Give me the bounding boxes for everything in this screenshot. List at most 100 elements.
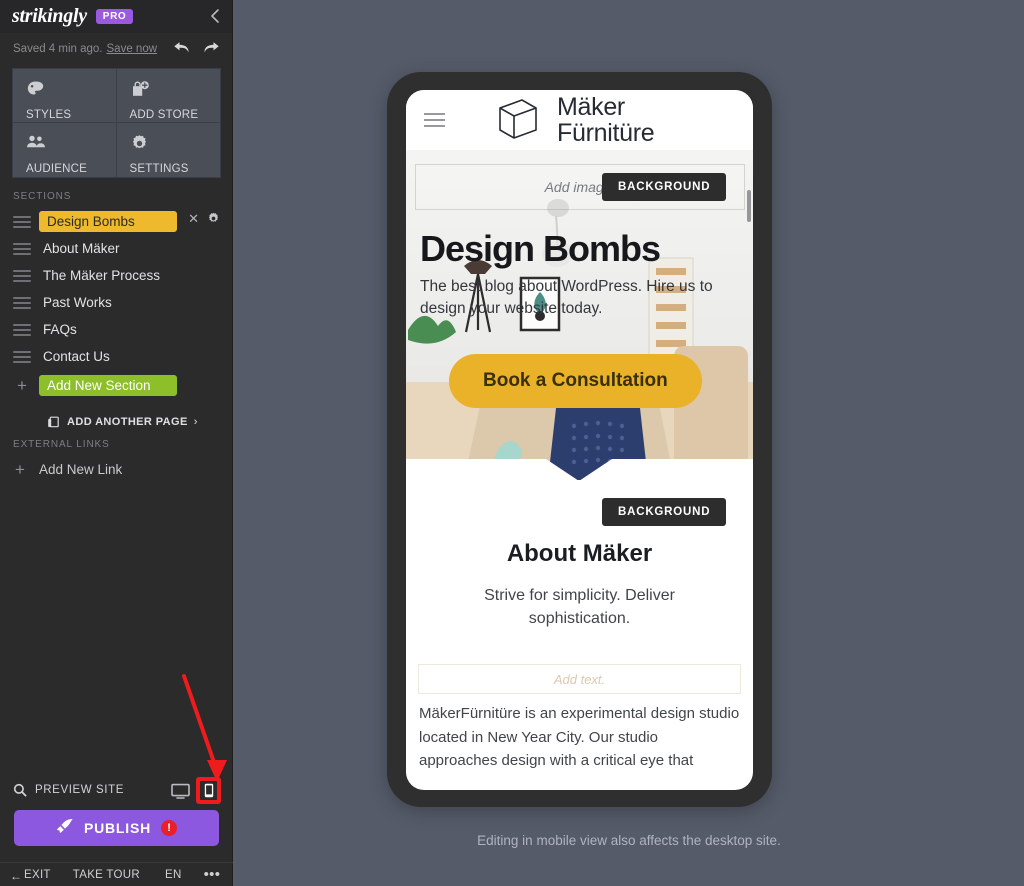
- save-status-row: Saved 4 min ago. Save now: [0, 33, 233, 65]
- tool-audience-label: AUDIENCE: [26, 163, 88, 175]
- editor-sidebar: strikingly PRO Saved 4 min ago. Save now: [0, 0, 233, 886]
- arrow-left-icon: ←: [10, 869, 22, 883]
- sidebar-item-the-maker-process[interactable]: The Mäker Process: [0, 262, 233, 289]
- about-section[interactable]: BACKGROUND About Mäker Strive for simpli…: [406, 480, 753, 773]
- strikingly-editor: strikingly PRO Saved 4 min ago. Save now: [0, 0, 1024, 886]
- about-body-text[interactable]: MäkerFürnitüre is an experimental design…: [419, 702, 740, 773]
- section-label: The Mäker Process: [43, 268, 161, 283]
- publish-button[interactable]: PUBLISH !: [14, 810, 219, 846]
- add-new-section-label: Add New Section: [39, 374, 177, 396]
- add-another-page-button[interactable]: ADD ANOTHER PAGE ›: [0, 410, 233, 434]
- drag-handle-icon[interactable]: [13, 323, 31, 336]
- drag-handle-icon[interactable]: [13, 350, 31, 363]
- exit-button[interactable]: EXIT: [24, 869, 51, 881]
- annotation-arrow: [182, 674, 227, 782]
- brand-line-1: Mäker: [557, 93, 625, 121]
- language-selector[interactable]: EN: [165, 869, 182, 881]
- hero-section[interactable]: Add image. BACKGROUND Design Bombs The b…: [406, 150, 753, 480]
- tool-audience[interactable]: AUDIENCE: [13, 123, 117, 177]
- section-label: Past Works: [43, 295, 112, 310]
- save-status-text: Saved 4 min ago.: [13, 43, 103, 55]
- hero-subtitle[interactable]: The best blog about WordPress. Hire us t…: [420, 276, 738, 320]
- tool-styles[interactable]: STYLES: [13, 69, 117, 123]
- about-title[interactable]: About Mäker: [406, 540, 753, 568]
- sidebar-item-faqs[interactable]: FAQs: [0, 316, 233, 343]
- magnifier-icon: [13, 783, 27, 797]
- hero-background-button[interactable]: BACKGROUND: [602, 173, 727, 201]
- tool-settings-label: SETTINGS: [129, 163, 189, 175]
- section-label: FAQs: [43, 322, 77, 337]
- plus-icon: +: [17, 375, 27, 395]
- sidebar-footer: ← EXIT TAKE TOUR EN •••: [0, 862, 233, 886]
- audience-people-icon: [26, 134, 116, 156]
- device-view-toggle: [171, 777, 221, 804]
- section-label: Design Bombs: [39, 211, 177, 232]
- undo-arrow-icon[interactable]: [173, 40, 190, 55]
- preview-site-row: PREVIEW SITE: [0, 777, 233, 804]
- book-consultation-button[interactable]: Book a Consultation: [449, 354, 702, 408]
- sidebar-header: strikingly PRO: [0, 0, 232, 33]
- status-badge: !: [161, 820, 178, 836]
- sections-list: Design Bombs ✕ About Mäker The Mäker Pro…: [0, 208, 233, 400]
- chevron-left-icon[interactable]: [209, 8, 220, 28]
- site-brand: Mäker Fürnitüre: [492, 92, 655, 149]
- preview-site-label[interactable]: PREVIEW SITE: [35, 784, 124, 796]
- about-background-button[interactable]: BACKGROUND: [602, 498, 727, 526]
- strikingly-logo: strikingly: [12, 5, 87, 27]
- palette-icon: [26, 80, 116, 102]
- add-text-placeholder[interactable]: Add text.: [418, 664, 741, 694]
- site-navbar: Mäker Fürnitüre: [406, 90, 753, 150]
- close-x-icon[interactable]: ✕: [188, 212, 199, 225]
- chevron-right-icon: ›: [193, 416, 198, 428]
- hamburger-menu-icon[interactable]: [424, 113, 445, 127]
- add-new-section-button[interactable]: + Add New Section: [0, 370, 233, 400]
- mobile-phone-icon[interactable]: [196, 777, 221, 804]
- add-new-link-button[interactable]: + Add New Link: [0, 457, 233, 481]
- page-copy-icon: [47, 416, 60, 429]
- drag-handle-icon[interactable]: [13, 215, 31, 228]
- gear-icon: [130, 134, 221, 156]
- plus-icon: +: [15, 459, 25, 479]
- section-label: About Mäker: [43, 241, 120, 256]
- section-label: Contact Us: [43, 349, 110, 364]
- sidebar-item-contact-us[interactable]: Contact Us: [0, 343, 233, 370]
- add-another-page-label: ADD ANOTHER PAGE: [67, 416, 188, 428]
- canvas-caption: Editing in mobile view also affects the …: [477, 833, 781, 848]
- tool-styles-label: STYLES: [26, 109, 72, 121]
- drag-handle-icon[interactable]: [13, 242, 31, 255]
- rocket-icon: [56, 818, 74, 839]
- add-text-label: Add text.: [553, 671, 606, 687]
- sidebar-item-about-maker[interactable]: About Mäker: [0, 235, 233, 262]
- section-actions: ✕: [188, 212, 220, 225]
- save-now-link[interactable]: Save now: [107, 43, 158, 55]
- history-controls: [173, 40, 220, 55]
- about-subtitle[interactable]: Strive for simplicity. Deliver sophistic…: [460, 584, 700, 630]
- tool-add-store-label: ADD STORE: [129, 109, 199, 121]
- tool-settings[interactable]: SETTINGS: [117, 123, 221, 177]
- pro-badge: PRO: [95, 9, 134, 24]
- mobile-preview-screen[interactable]: Mäker Fürnitüre Add image. BACKGROUND De…: [406, 90, 753, 790]
- drag-handle-icon[interactable]: [13, 296, 31, 309]
- sidebar-item-past-works[interactable]: Past Works: [0, 289, 233, 316]
- brand-line-2: Fürnitüre: [557, 119, 655, 147]
- cube-logo-icon: [492, 92, 544, 149]
- external-links-group-title: EXTERNAL LINKS: [13, 439, 110, 450]
- site-brand-text: Mäker Fürnitüre: [557, 93, 655, 147]
- gear-icon[interactable]: [207, 212, 220, 225]
- add-new-link-label: Add New Link: [38, 461, 123, 477]
- tool-add-store[interactable]: ADD STORE: [116, 69, 221, 123]
- hero-title[interactable]: Design Bombs: [420, 228, 661, 270]
- hero-bottom-notch: [406, 459, 753, 480]
- sidebar-item-design-bombs[interactable]: Design Bombs ✕: [0, 208, 233, 235]
- desktop-monitor-icon[interactable]: [171, 783, 190, 799]
- tool-grid: STYLES ADD STORE AUDIENCE SETTINGS: [12, 68, 221, 178]
- publish-label: PUBLISH: [83, 820, 152, 836]
- editor-canvas: Mäker Fürnitüre Add image. BACKGROUND De…: [234, 0, 1024, 886]
- store-add-icon: [130, 80, 221, 102]
- more-options-button[interactable]: •••: [204, 867, 221, 882]
- preview-scrollbar[interactable]: [747, 190, 751, 222]
- redo-arrow-icon[interactable]: [203, 40, 220, 55]
- take-tour-button[interactable]: TAKE TOUR: [73, 869, 140, 881]
- sections-group-title: SECTIONS: [13, 191, 72, 202]
- drag-handle-icon[interactable]: [13, 269, 31, 282]
